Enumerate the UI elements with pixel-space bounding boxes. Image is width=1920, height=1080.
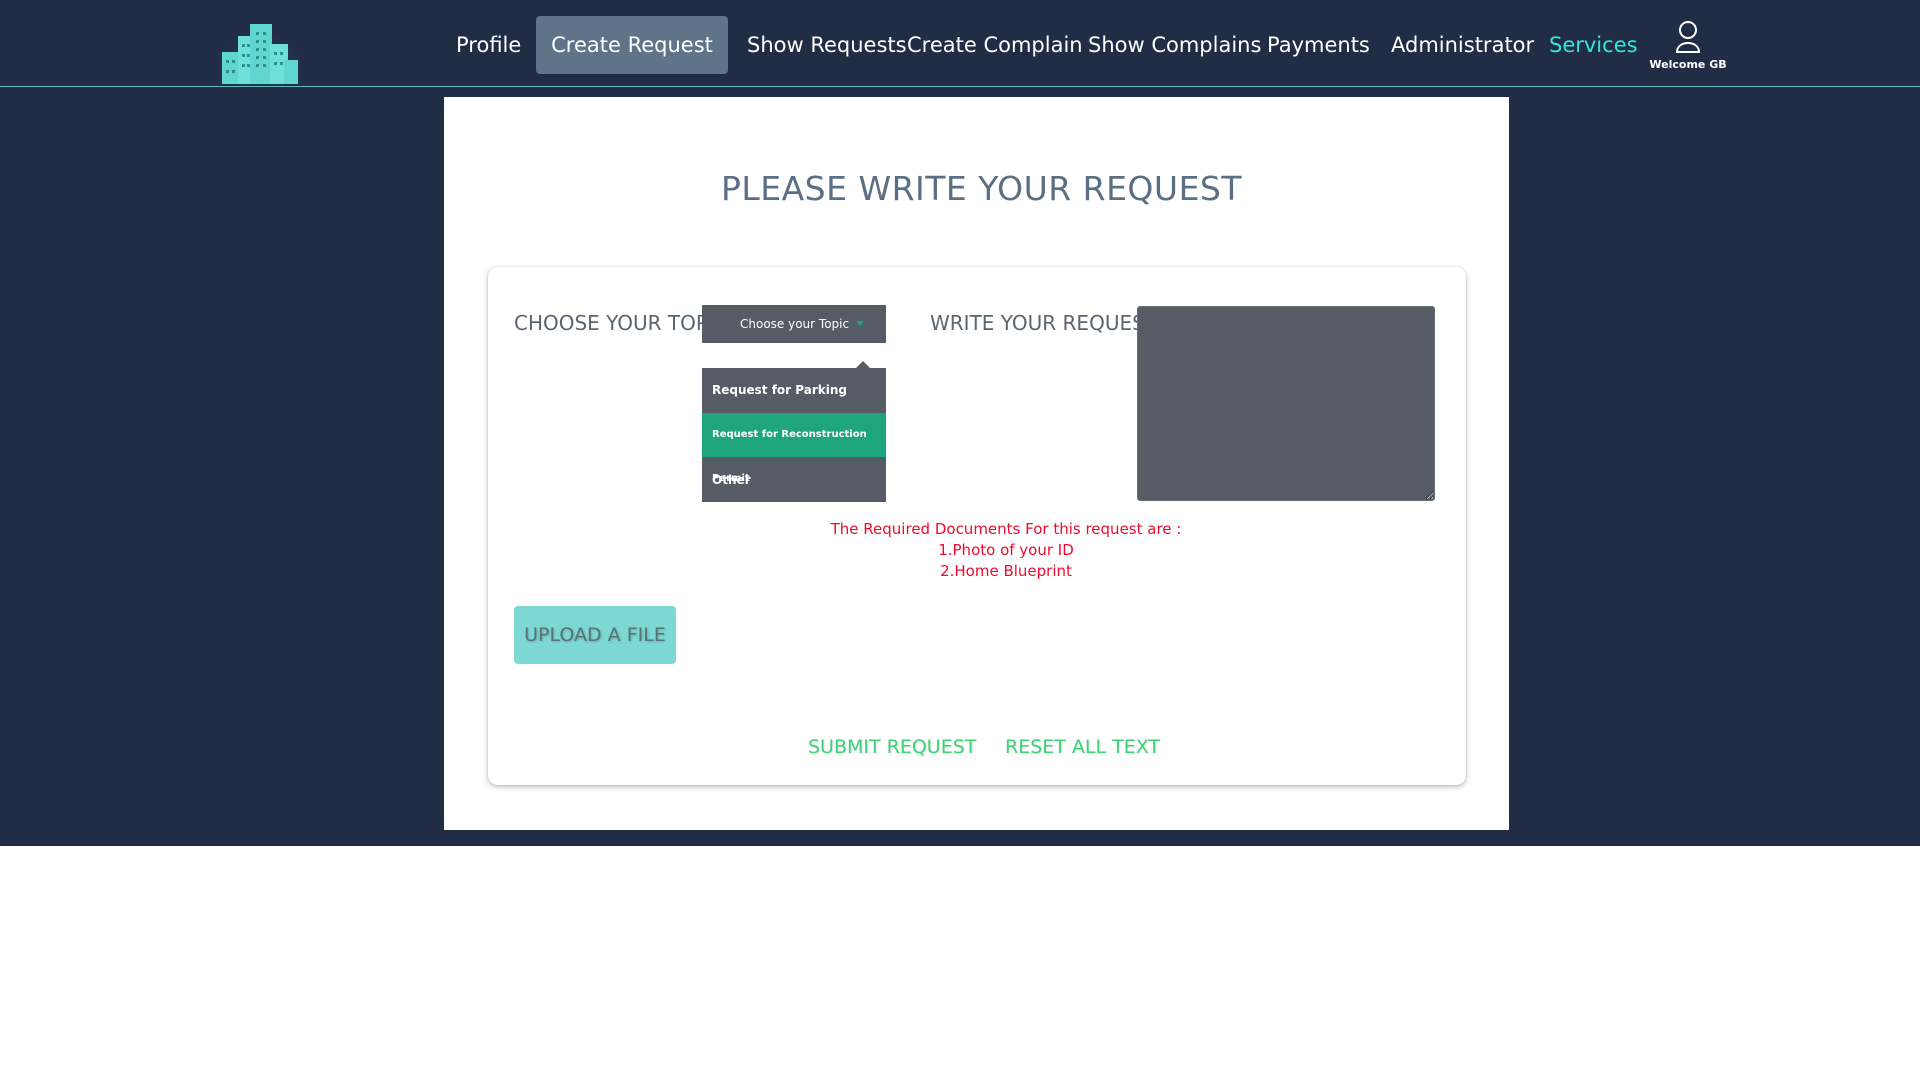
request-form: CHOOSE YOUR TOPIC : Choose your Topic Re… xyxy=(488,267,1466,785)
nav-show-complains[interactable]: Show Complains xyxy=(1088,28,1261,62)
page-title: PLEASE WRITE YOUR REQUEST xyxy=(720,169,1243,208)
topic-select[interactable]: Choose your Topic xyxy=(702,305,886,343)
upload-file-button[interactable]: UPLOAD A FILE xyxy=(514,606,676,664)
main-card: PLEASE WRITE YOUR REQUEST CHOOSE YOUR TO… xyxy=(444,97,1509,830)
topic-select-placeholder: Choose your Topic xyxy=(740,317,850,331)
reset-all-text-button[interactable]: RESET ALL TEXT xyxy=(1005,736,1160,758)
user-menu[interactable]: Welcome GB xyxy=(1648,20,1728,76)
topic-dropdown: Request for Parking Request for Reconstr… xyxy=(702,361,886,502)
required-documents: The Required Documents For this request … xyxy=(706,519,1306,582)
docs-item: 2.Home Blueprint xyxy=(940,562,1072,580)
topic-option-other[interactable]: Other xyxy=(702,458,886,502)
nav-administrator[interactable]: Administrator xyxy=(1391,28,1534,62)
submit-request-button[interactable]: SUBMIT REQUEST xyxy=(808,736,976,758)
nav-show-requests[interactable]: Show Requests xyxy=(747,28,907,62)
topic-option-reconstruction[interactable]: Request for Reconstruction Permit xyxy=(702,413,886,484)
request-textarea[interactable] xyxy=(1137,306,1435,501)
docs-item: 1.Photo of your ID xyxy=(938,541,1074,559)
topic-option-parking[interactable]: Request for Parking xyxy=(702,368,886,412)
chevron-down-icon xyxy=(856,321,864,326)
nav-services[interactable]: Services xyxy=(1549,28,1638,62)
nav-create-request[interactable]: Create Request xyxy=(536,16,728,74)
nav-profile[interactable]: Profile xyxy=(456,28,521,62)
docs-heading: The Required Documents For this request … xyxy=(830,520,1182,538)
building-logo-icon[interactable] xyxy=(210,14,310,92)
nav-payments[interactable]: Payments xyxy=(1267,28,1370,62)
dropdown-pointer xyxy=(856,361,870,368)
user-icon xyxy=(1675,21,1701,53)
welcome-label: Welcome GB xyxy=(1649,58,1727,71)
nav-create-complain[interactable]: Create Complain xyxy=(907,28,1083,62)
top-navbar: Profile Create Request Show Requests Cre… xyxy=(0,0,1920,92)
request-label: WRITE YOUR REQUEST : xyxy=(930,311,1171,335)
